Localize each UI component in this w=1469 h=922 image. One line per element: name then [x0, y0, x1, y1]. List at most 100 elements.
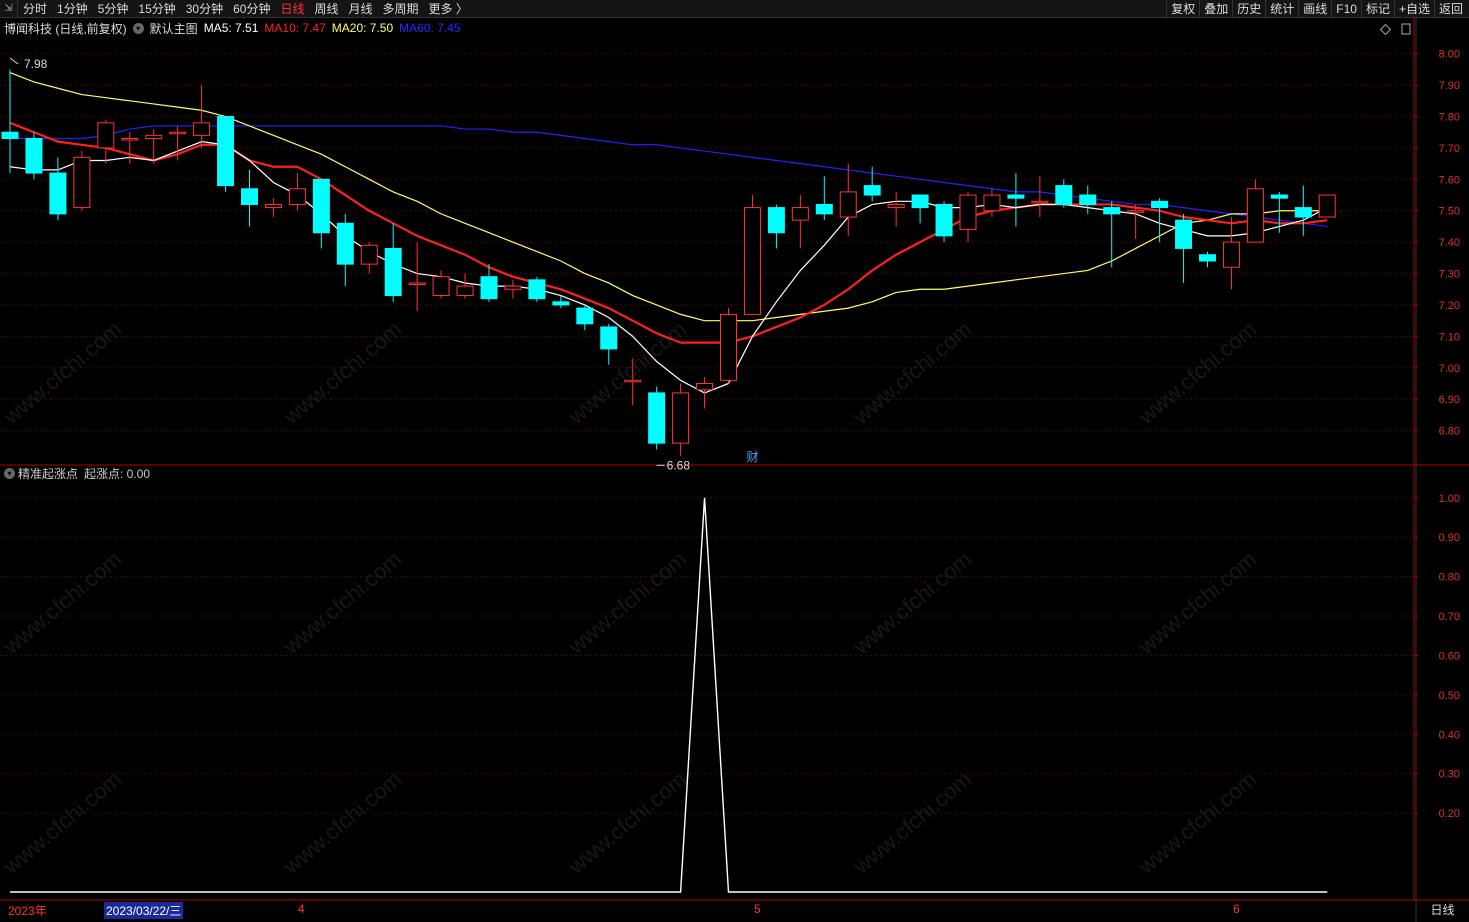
- main-y-tick-label: 7.10: [1439, 331, 1460, 343]
- candle-body: [1222, 241, 1240, 268]
- date-axis: 2023年 2023/03/22/三 4 5 6: [0, 900, 1469, 922]
- ma60-value: MA60: 7.45: [399, 21, 461, 35]
- ma20-line: [9, 71, 1328, 322]
- sub-y-tick-label: 0.20: [1439, 808, 1460, 820]
- sub-y-tick-label: 0.90: [1439, 532, 1460, 544]
- candle-body: [1246, 188, 1264, 243]
- candle-body: [360, 244, 378, 265]
- candle-body: [1055, 185, 1073, 205]
- month-label-apr: 4: [298, 902, 305, 916]
- stock-chart-window: ⇲ 分时 1分钟 5分钟 15分钟 30分钟 60分钟 日线 周线 月线 多周期 更多 〉 复权 叠加…: [0, 0, 1469, 922]
- candle-body: [264, 203, 282, 209]
- candle-body: [983, 194, 1001, 212]
- candle-body: [49, 172, 67, 215]
- candle-body: [648, 392, 666, 444]
- candle-body: [1103, 207, 1121, 215]
- candle-body: [720, 313, 737, 381]
- candle-body: [73, 156, 91, 209]
- candle-body: [312, 178, 330, 234]
- candle-body: [241, 188, 258, 205]
- candle-body: [456, 285, 474, 297]
- candle-body: [1151, 200, 1169, 209]
- main-y-tick-label: 6.80: [1439, 426, 1460, 438]
- candle-body: [336, 222, 354, 265]
- candle-body: [911, 194, 929, 209]
- candle-body: [1318, 194, 1336, 218]
- main-y-tick-label: 7.20: [1439, 300, 1460, 312]
- candle-body: [1, 131, 19, 140]
- candle-body: [887, 203, 905, 209]
- main-y-tick-label: 7.70: [1439, 143, 1460, 155]
- candle-body: [672, 392, 690, 444]
- sub-y-tick-label: 0.70: [1439, 611, 1460, 623]
- candle-body: [121, 138, 139, 141]
- candle-body: [600, 326, 618, 350]
- settings-icon[interactable]: ▾: [132, 22, 144, 34]
- candle-body: [1127, 210, 1145, 213]
- low-marker-label: 6.68: [667, 458, 691, 472]
- sub-y-tick-label: 0.50: [1439, 690, 1460, 702]
- candle-body: [432, 276, 450, 297]
- sub-indicator-value: 起涨点: 0.00: [84, 466, 151, 481]
- main-y-tick-label: 7.30: [1439, 269, 1460, 281]
- main-y-tick-label: 6.90: [1439, 394, 1460, 406]
- sub-y-tick-label: 0.60: [1439, 650, 1460, 662]
- main-legend: 博闻科技 (日线,前复权) ▾ 默认主图 MA5: 7.51 MA10: 7.4…: [4, 20, 467, 36]
- sub-settings-icon[interactable]: ▾: [4, 467, 15, 479]
- candle-body: [552, 301, 570, 306]
- candle-body: [1199, 254, 1216, 262]
- main-indicator-name[interactable]: 默认主图: [150, 20, 198, 37]
- candle-body: [767, 207, 785, 234]
- month-label-may: 5: [754, 902, 761, 916]
- sub-y-tick-label: 0.30: [1439, 769, 1460, 781]
- candle-body: [863, 185, 881, 196]
- candle-body: [696, 382, 714, 391]
- candle-body: [1270, 194, 1288, 199]
- candle-body: [815, 203, 833, 215]
- candle-body: [791, 207, 809, 221]
- finance-event-marker: 财: [746, 450, 758, 464]
- sub-y-tick-label: 1.00: [1439, 493, 1460, 505]
- candle-body: [1031, 200, 1049, 204]
- candle-body: [576, 307, 594, 325]
- main-y-tick-label: 7.50: [1439, 206, 1460, 218]
- candle-body: [1175, 219, 1193, 249]
- candle-body: [145, 134, 163, 140]
- candle-body: [480, 276, 498, 300]
- candle-body: [743, 207, 761, 315]
- main-y-tick-label: 8.00: [1439, 49, 1460, 61]
- ma20-value: MA20: 7.50: [331, 21, 394, 35]
- candle-body: [169, 131, 187, 135]
- high-marker-label: 7.98: [24, 57, 48, 71]
- ma10-value: MA10: 7.47: [264, 21, 326, 35]
- diamond-icon: [1379, 23, 1392, 36]
- candle-body: [1079, 194, 1097, 205]
- stock-name: 博闻科技 (日线,前复权): [4, 21, 127, 36]
- candle-body: [288, 188, 306, 205]
- candle-body: [1294, 207, 1312, 218]
- candle-body: [504, 285, 522, 290]
- panel-toggle-icon: [1401, 23, 1411, 35]
- ma5-value: MA5: 7.51: [203, 21, 259, 35]
- sub-legend: ▾ 精准起涨点 起涨点: 0.00: [4, 465, 150, 481]
- candle-body: [1007, 194, 1025, 199]
- candle-body: [935, 203, 953, 237]
- year-label: 2023年: [8, 904, 47, 918]
- high-marker-arrow: [9, 57, 19, 65]
- main-y-tick-label: 7.40: [1439, 237, 1460, 249]
- candle-body: [959, 194, 977, 231]
- candle-body: [97, 122, 115, 149]
- candle-body: [528, 279, 546, 300]
- candle-body: [384, 247, 402, 297]
- period-label[interactable]: 日线: [1416, 901, 1469, 919]
- sub-indicator-name[interactable]: 精准起涨点: [18, 465, 78, 482]
- candle-body: [408, 282, 426, 285]
- sub-y-tick-label: 0.40: [1439, 729, 1460, 741]
- cursor-date-label: 2023/03/22/三: [104, 902, 184, 919]
- main-y-tick-label: 7.80: [1439, 112, 1460, 124]
- main-y-tick-label: 7.60: [1439, 174, 1460, 186]
- candle-body: [217, 116, 235, 187]
- main-y-tick-label: 7.00: [1439, 363, 1460, 375]
- sub-y-tick-label: 0.80: [1439, 572, 1460, 584]
- candle-body: [193, 122, 211, 136]
